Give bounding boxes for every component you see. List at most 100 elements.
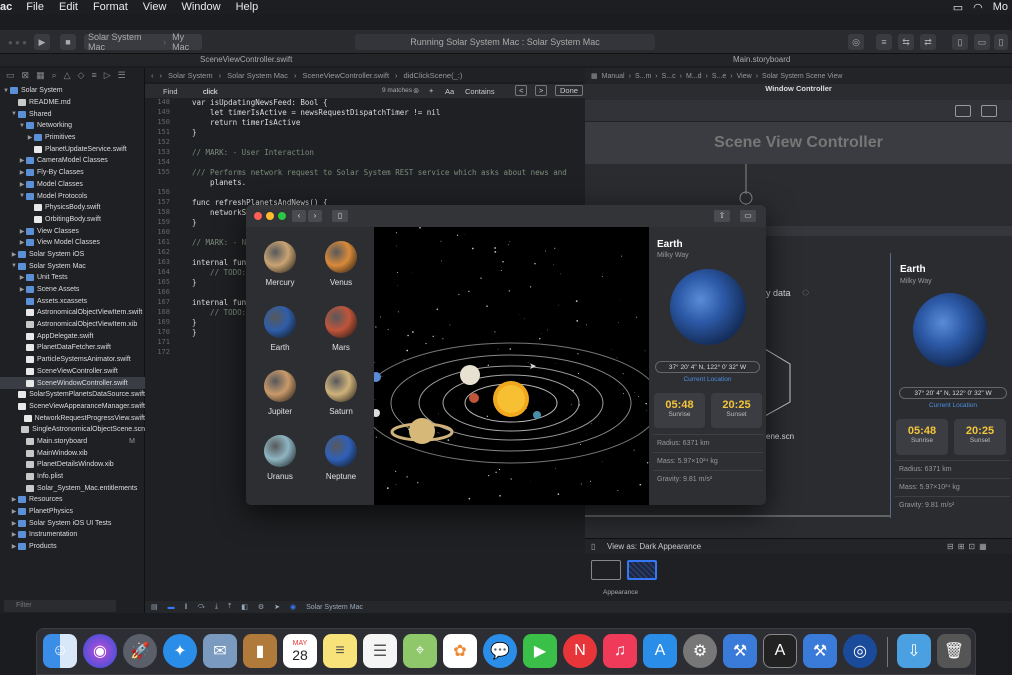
disclosure-closed-icon[interactable]: ▶ <box>26 134 34 141</box>
reminders-icon[interactable]: ☰ <box>363 634 397 668</box>
breakpoints-toggle-icon[interactable]: ▬ <box>168 604 175 611</box>
disclosure-closed-icon[interactable]: ▶ <box>10 508 18 515</box>
find-done-button[interactable]: Done <box>555 85 583 96</box>
app-title-bar[interactable]: ‹ › ▯ ⇧ ▭ <box>246 205 766 227</box>
navigator-item[interactable]: ▶ PlanetPhysics <box>0 506 145 518</box>
disclosure-closed-icon[interactable]: ▶ <box>18 239 26 246</box>
navigator-item[interactable]: ▶ Model Classes <box>0 179 145 191</box>
navigator-item[interactable]: ▶ Primitives <box>0 132 145 144</box>
sb-crumb-5[interactable]: View <box>737 73 752 80</box>
navigator-item[interactable]: OrbitingBody.swift <box>0 214 145 226</box>
solar-system-app-window[interactable]: ‹ › ▯ ⇧ ▭ Mercury Venus Earth Mars Jupiter Sa… <box>246 205 766 505</box>
find-icon[interactable]: ⌕ <box>52 70 57 81</box>
forward-icon[interactable]: › <box>160 71 163 80</box>
trash-icon[interactable]: 🗑 <box>937 634 971 668</box>
disclosure-closed-icon[interactable]: ▶ <box>10 496 18 503</box>
code-line[interactable] <box>192 188 582 198</box>
code-line[interactable]: /// Performs network request to Solar Sy… <box>192 168 582 178</box>
disclosure-closed-icon[interactable]: ▶ <box>18 181 26 188</box>
folder-icon[interactable]: ▭ <box>6 70 15 81</box>
planet-cell-venus[interactable]: Venus <box>311 237 371 301</box>
simulator-icon[interactable]: ◎ <box>843 634 877 668</box>
xcode-beta-icon[interactable]: ⚒ <box>803 634 837 668</box>
editor-version-button[interactable]: ⇄ <box>920 34 936 50</box>
jump-project[interactable]: Solar System <box>168 71 213 80</box>
debug-icon[interactable]: ≡ <box>91 70 96 80</box>
code-line[interactable]: let timerIsActive = newsRequestDispatchT… <box>192 108 582 118</box>
planet-cell-mercury[interactable]: Mercury <box>250 237 310 301</box>
sb-crumb-2[interactable]: S...c <box>662 73 676 80</box>
match-case-toggle[interactable]: Aa <box>445 87 454 96</box>
navigator-item[interactable]: ▶ Solar System iOS <box>0 249 145 261</box>
navigator-item[interactable]: SolarSystemPlanetsDataSource.swift <box>0 389 145 401</box>
add-icon[interactable]: + <box>429 86 433 95</box>
navigator-item[interactable]: ▼ Model Protocols <box>0 190 145 202</box>
code-line[interactable]: return timerIsActive <box>192 118 582 128</box>
navigator-item[interactable]: MainWindow.xib <box>0 447 145 459</box>
navigator-item[interactable]: NetworkRequestProgressView.swift <box>0 412 145 424</box>
code-line[interactable]: } <box>192 128 582 138</box>
view-as-bar[interactable]: ▯ View as: Dark Appearance ⊟⊞⊡▦ <box>585 538 1012 554</box>
storyboard-detail-panel[interactable]: Earth Milky Way 37° 20' 4" N, 122° 0' 32… <box>890 253 1012 518</box>
planet-cell-jupiter[interactable]: Jupiter <box>250 366 310 430</box>
simulate-location-icon[interactable]: ➤ <box>274 603 280 611</box>
detail-current-location-link[interactable]: Current Location <box>655 376 760 383</box>
navigator-item[interactable]: ▶ Solar System iOS UI Tests <box>0 517 145 529</box>
step-over-icon[interactable]: ⤼ <box>198 603 205 611</box>
tab-main-storyboard[interactable]: Main.storyboard <box>733 55 790 64</box>
planet-cell-mars[interactable]: Mars <box>311 302 371 366</box>
navigator-item[interactable]: Info.plist <box>0 471 145 483</box>
disclosure-open-icon[interactable]: ▼ <box>18 193 26 199</box>
find-mode[interactable]: Find <box>163 87 178 96</box>
source-control-icon[interactable]: ⊠ <box>22 70 30 81</box>
disclosure-closed-icon[interactable]: ▶ <box>18 157 26 164</box>
test-icon[interactable]: ◇ <box>78 70 85 81</box>
planet-cell-neptune[interactable]: Neptune <box>311 431 371 495</box>
sidebar-toggle-icon[interactable]: ▯ <box>591 542 595 551</box>
light-appearance-icon[interactable] <box>591 560 621 580</box>
navigator-item[interactable]: ▶ Instrumentation <box>0 529 145 541</box>
back-icon[interactable]: ‹ <box>151 71 154 80</box>
jump-group[interactable]: Solar System Mac <box>227 71 288 80</box>
finder-icon[interactable]: ☺ <box>43 634 77 668</box>
navigator-item[interactable]: ▶ Resources <box>0 494 145 506</box>
navigator-item[interactable]: ParticleSystemsAnimator.swift <box>0 354 145 366</box>
issue-icon[interactable]: △ <box>64 70 71 81</box>
scheme-selector[interactable]: Solar System Mac › My Mac <box>84 32 202 52</box>
navigator-item[interactable]: AstronomicalObjectViewItem.xib <box>0 319 145 331</box>
window-controller-frame[interactable] <box>585 100 1012 122</box>
disclosure-closed-icon[interactable]: ▶ <box>10 251 18 258</box>
planet-cell-earth[interactable]: Earth <box>250 302 310 366</box>
planet-cell-uranus[interactable]: Uranus <box>250 431 310 495</box>
debug-area-icon[interactable]: ▤ <box>151 603 158 611</box>
navigator-item[interactable]: PhysicsBody.swift <box>0 202 145 214</box>
navigator-item[interactable]: ▶ CameraModel Classes <box>0 155 145 167</box>
menu-app-name[interactable]: ac <box>0 1 12 13</box>
solar-system-scene-view[interactable]: ➤ <box>374 227 649 505</box>
facetime-icon[interactable]: ▶ <box>523 634 557 668</box>
navigator-item[interactable]: Main.storyboard M <box>0 436 145 448</box>
navigator-item[interactable]: Solar_System_Mac.entitlements <box>0 482 145 494</box>
view-hierarchy-icon[interactable]: ◧ <box>241 603 248 611</box>
disclosure-closed-icon[interactable]: ▶ <box>18 228 26 235</box>
navigator-item[interactable]: PlanetDetailsWindow.xib <box>0 459 145 471</box>
navigator-item[interactable]: ▼ Shared <box>0 108 145 120</box>
navigator-item[interactable]: AppDelegate.swift <box>0 330 145 342</box>
code-line[interactable] <box>192 138 582 148</box>
disclosure-closed-icon[interactable]: ▶ <box>10 520 18 527</box>
toggle-inspector-button[interactable]: ▯ <box>994 34 1008 50</box>
step-in-icon[interactable]: ⤓ <box>215 603 218 611</box>
run-button[interactable]: ▶ <box>34 34 50 50</box>
inspector-toggle-button[interactable]: ▭ <box>740 210 756 222</box>
close-button[interactable] <box>254 212 262 220</box>
sb-crumb-4[interactable]: S...e <box>712 73 726 80</box>
menu-window[interactable]: Window <box>181 1 220 13</box>
navigator-item[interactable]: README.md <box>0 97 145 109</box>
photos-icon[interactable]: ✿ <box>443 634 477 668</box>
calendar-icon[interactable]: MAY 28 <box>283 634 317 668</box>
zoom-button[interactable] <box>278 212 286 220</box>
navigator-filter-input[interactable]: Filter <box>4 600 116 612</box>
menu-file[interactable]: File <box>26 1 44 13</box>
editor-assistant-button[interactable]: ⇆ <box>898 34 914 50</box>
sb-crumb-0[interactable]: Manual <box>602 73 625 80</box>
